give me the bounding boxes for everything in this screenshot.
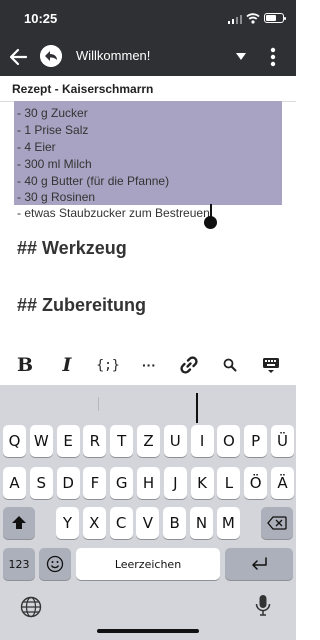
key-ä[interactable]: Ä [271, 467, 294, 499]
note-title-bar[interactable]: Rezept - Kaiserschmarrn [0, 76, 296, 102]
link-icon[interactable] [178, 351, 200, 379]
italic-icon[interactable]: I [56, 351, 78, 379]
status-time: 10:25 [24, 11, 58, 26]
key-q[interactable]: Q [3, 425, 26, 457]
keyboard-row-3: YXCVBNM [0, 507, 296, 539]
keyboard-row-1: QWERTZUIOPÜ [0, 425, 296, 457]
numbers-key[interactable]: 123 [3, 548, 35, 580]
status-bar: 10:25 [0, 0, 296, 38]
key-e[interactable]: E [56, 425, 80, 457]
app-logo-icon [40, 45, 62, 67]
globe-icon[interactable] [20, 596, 42, 618]
home-indicator [97, 629, 199, 633]
ingredient-line[interactable]: - 30 g Zucker [17, 106, 88, 120]
key-y[interactable]: Y [56, 507, 79, 539]
ingredient-line[interactable]: - 4 Eier [17, 140, 56, 154]
ingredient-line[interactable]: - 40 g Butter (für die Pfanne) [17, 174, 169, 188]
key-m[interactable]: M [216, 507, 240, 539]
app-bar-title: Willkommen! [76, 48, 151, 63]
key-u[interactable]: U [163, 425, 187, 457]
key-f[interactable]: F [83, 467, 107, 499]
return-key[interactable] [225, 548, 293, 580]
ingredient-line[interactable]: - 30 g Rosinen [17, 190, 95, 204]
keyboard-row-4: 123 Leerzeichen [0, 548, 296, 580]
key-v[interactable]: V [136, 507, 160, 539]
key-p[interactable]: P [244, 425, 268, 457]
app-bar: Willkommen! [0, 38, 296, 76]
space-key[interactable]: Leerzeichen [76, 548, 220, 580]
key-x[interactable]: X [82, 507, 106, 539]
shift-key[interactable] [3, 507, 35, 539]
ingredient-line[interactable]: - 300 ml Milch [17, 157, 92, 171]
key-a[interactable]: A [3, 467, 26, 499]
backspace-key[interactable] [261, 507, 293, 539]
keyboard-row-2: ASDFGHJKLÖÄ [0, 467, 296, 499]
formatting-toolbar: B I {;} ··· [0, 345, 296, 385]
editor[interactable]: - 30 g Zucker - 1 Prise Salz - 4 Eier - … [0, 101, 296, 345]
suggestion-divider [98, 397, 99, 411]
key-g[interactable]: G [110, 467, 134, 499]
key-i[interactable]: I [190, 425, 214, 457]
bold-icon[interactable]: B [14, 351, 36, 379]
keyboard-hide-icon[interactable] [260, 351, 282, 379]
key-b[interactable]: B [163, 507, 187, 539]
key-d[interactable]: D [56, 467, 80, 499]
suggestion-cursor [196, 393, 198, 423]
ingredient-line[interactable]: - 1 Prise Salz [17, 123, 88, 137]
heading-zubereitung[interactable]: ## Zubereitung [17, 295, 146, 316]
key-ü[interactable]: Ü [271, 425, 294, 457]
more-vertical-icon[interactable] [266, 45, 280, 69]
key-n[interactable]: N [190, 507, 213, 539]
key-o[interactable]: O [217, 425, 241, 457]
heading-werkzeug[interactable]: ## Werkzeug [17, 238, 127, 259]
more-icon[interactable]: ··· [138, 351, 160, 379]
wifi-icon [246, 13, 260, 24]
key-t[interactable]: T [110, 425, 134, 457]
key-j[interactable]: J [163, 467, 187, 499]
dropdown-icon[interactable] [232, 47, 250, 65]
key-k[interactable]: K [190, 467, 214, 499]
key-ö[interactable]: Ö [244, 467, 268, 499]
ingredient-line[interactable]: - etwas Staubzucker zum Bestreuen [17, 206, 210, 220]
key-c[interactable]: C [109, 507, 133, 539]
battery-level [266, 15, 276, 21]
code-block-icon[interactable]: {;} [96, 351, 120, 379]
key-l[interactable]: L [217, 467, 241, 499]
cellular-signal-icon [228, 15, 242, 24]
note-title[interactable]: Rezept - Kaiserschmarrn [12, 82, 153, 96]
key-h[interactable]: H [137, 467, 160, 499]
key-w[interactable]: W [29, 425, 53, 457]
key-r[interactable]: R [83, 425, 107, 457]
back-arrow-icon[interactable] [6, 44, 32, 70]
key-s[interactable]: S [29, 467, 53, 499]
microphone-icon[interactable] [255, 594, 271, 618]
keyboard: QWERTZUIOPÜ ASDFGHJKLÖÄ YXCVBNM 123 Leer… [0, 385, 296, 640]
key-z[interactable]: Z [137, 425, 160, 457]
battery-icon [264, 13, 286, 23]
search-icon[interactable] [220, 351, 240, 379]
emoji-key[interactable] [39, 548, 71, 580]
selection-handle[interactable] [204, 216, 217, 229]
